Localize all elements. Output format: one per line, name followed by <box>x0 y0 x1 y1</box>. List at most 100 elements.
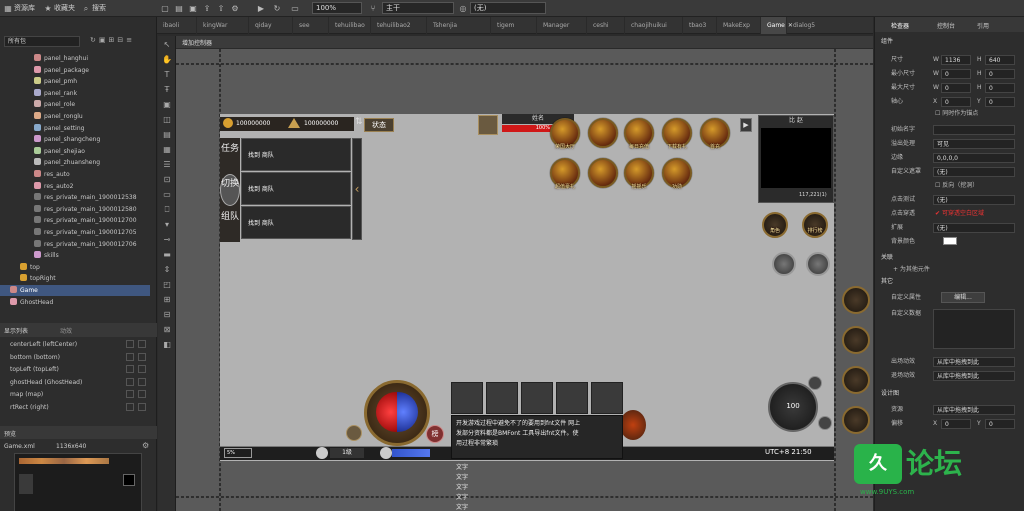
richtext-icon[interactable]: Ŧ <box>161 84 173 96</box>
lock-toggle[interactable] <box>138 340 146 348</box>
bg-color-swatch[interactable] <box>943 237 957 245</box>
display-list-item[interactable]: topLeft (topLeft) <box>0 364 124 375</box>
offset-x-input[interactable]: 0 <box>941 419 971 429</box>
tab-game[interactable]: Game ✕ <box>761 17 793 34</box>
lock-toggle[interactable] <box>138 377 146 386</box>
tab-tehuilibao2[interactable]: tehuilibao2 <box>371 17 427 34</box>
screen-icon[interactable]: ▭ <box>290 2 300 15</box>
min-w-input[interactable]: 0 <box>941 69 971 79</box>
gift-button[interactable] <box>842 406 870 434</box>
resource-input[interactable]: 从库中拖拽到此 <box>933 405 1015 415</box>
tree-item[interactable]: res_private_main_1900012580 <box>0 204 150 215</box>
display-list-item[interactable]: rtRect (right) <box>0 402 124 413</box>
tab-dialog5[interactable]: dialog5 <box>787 17 874 34</box>
skill-slot-3[interactable] <box>521 382 553 414</box>
mini-skill-icon[interactable] <box>808 376 822 390</box>
lock-toggle[interactable] <box>138 402 146 411</box>
preview-settings-icon[interactable]: ⚙ <box>142 441 149 450</box>
exit-anim-input[interactable]: 从库中拖拽到此 <box>933 371 1015 381</box>
activity-icon-row2-3[interactable]: 摇摇乐 <box>624 158 654 190</box>
sword-icon[interactable] <box>772 252 796 276</box>
group-icon[interactable]: ⊡ <box>161 174 173 186</box>
skill-slot-4[interactable] <box>556 382 588 414</box>
tree-item[interactable]: topRight <box>0 273 150 284</box>
display-list-tab[interactable]: 显示列表 <box>4 326 28 335</box>
helmet-button[interactable] <box>842 286 870 314</box>
tree-item[interactable]: panel_rank <box>0 88 150 99</box>
button-icon[interactable]: ▭ <box>161 189 173 201</box>
tab-chaojihuikui[interactable]: chaojihuikui <box>625 17 683 34</box>
visibility-toggle[interactable] <box>126 352 134 361</box>
slider-icon[interactable]: ⊸ <box>161 234 173 246</box>
graph-icon[interactable]: ◫ <box>161 114 173 126</box>
lock-toggle[interactable] <box>138 352 146 361</box>
visibility-toggle[interactable] <box>126 402 134 411</box>
tab-tshenjia[interactable]: Tshenjia <box>427 17 491 34</box>
skill-slot-2[interactable] <box>486 382 518 414</box>
branch-select[interactable]: 主干 <box>382 2 454 14</box>
init-name-input[interactable] <box>933 125 1015 135</box>
language-select[interactable]: (无) <box>470 2 546 14</box>
add-relation-button[interactable]: + 为其他元件 <box>893 265 930 275</box>
tree-item[interactable]: res_private_main_1900012705 <box>0 227 150 238</box>
tree-item[interactable]: res_private_main_1900012538 <box>0 192 150 203</box>
tab-see[interactable]: see <box>293 17 329 34</box>
tree-item[interactable]: res_auto2 <box>0 181 150 192</box>
reverse-checkbox[interactable]: ☐ 反向（挖洞） <box>935 181 978 191</box>
new-icon[interactable]: ▢ <box>160 2 170 15</box>
edit-button[interactable]: 编辑... <box>941 292 985 303</box>
scroll-icon[interactable]: ⇕ <box>161 264 173 276</box>
task-row[interactable]: 找到 商队 <box>241 206 351 239</box>
skill-button[interactable] <box>842 326 870 354</box>
tree-item[interactable]: panel_setting <box>0 123 150 134</box>
extension-select[interactable]: (无) <box>933 223 1015 233</box>
image-icon[interactable]: ▣ <box>161 99 173 111</box>
minimap[interactable]: 比 赵 117,221(1) <box>758 115 834 203</box>
task-row[interactable]: 找到 商队 <box>241 172 351 205</box>
design-section[interactable]: 设计图 <box>881 389 899 399</box>
min-h-input[interactable]: 0 <box>985 69 1015 79</box>
task-row[interactable]: 找到 商队 <box>241 138 351 171</box>
tab-kingwar[interactable]: kingWar <box>197 17 249 34</box>
export-icon[interactable]: ⇪ <box>202 2 212 15</box>
click-through-checkbox[interactable]: ✔ 可穿透空白区域 <box>935 209 984 219</box>
bag-button[interactable] <box>842 366 870 394</box>
progress-icon[interactable]: ▬ <box>161 249 173 261</box>
pivot-y-input[interactable]: 0 <box>985 97 1015 107</box>
tree-item[interactable]: panel_shejiao <box>0 146 150 157</box>
visibility-toggle[interactable] <box>126 377 134 386</box>
tree-item[interactable]: skills <box>0 250 150 261</box>
tab-tehuilibao[interactable]: tehuilibao <box>329 17 371 34</box>
visibility-toggle[interactable] <box>126 365 134 373</box>
tree-item[interactable]: top <box>0 262 150 273</box>
star-icon[interactable]: ★ <box>44 2 52 15</box>
diamond-icon[interactable] <box>806 252 830 276</box>
package-filter[interactable]: 所有包 <box>4 36 80 47</box>
overflow-select[interactable]: 可见 <box>933 139 1015 149</box>
lock-toggle[interactable] <box>138 365 146 373</box>
inspector-tab[interactable]: 检查器 <box>891 21 909 30</box>
activity-icon-row1-5[interactable]: 首充 <box>700 118 730 150</box>
ranking-button[interactable]: 榜 <box>426 425 444 443</box>
toggle-icon[interactable]: ⇅ <box>355 117 363 127</box>
tree-item[interactable]: GhostHead <box>0 297 150 308</box>
activity-icon-row1-4[interactable]: 下载有礼 <box>662 118 692 150</box>
tab-manager[interactable]: Manager <box>537 17 587 34</box>
tab-ceshi[interactable]: ceshi <box>587 17 625 34</box>
attack-joystick[interactable]: 100 <box>768 382 818 432</box>
activity-icon-row1-1[interactable]: 荣国大厅 <box>550 118 580 150</box>
effects-tab[interactable]: 动效 <box>60 326 72 335</box>
skill-slot-1[interactable] <box>451 382 483 414</box>
size-w-input[interactable]: 1136 <box>941 55 971 65</box>
tree-item[interactable]: panel_pmh <box>0 76 150 87</box>
max-w-input[interactable]: 0 <box>941 83 971 93</box>
tab-ibaoli[interactable]: ibaoli <box>157 17 197 34</box>
tab-tbao3[interactable]: tbao3 <box>683 17 717 34</box>
relation-section[interactable]: 关联 <box>881 253 893 263</box>
text-icon[interactable]: T <box>161 69 173 81</box>
branch-icon[interactable]: ⑂ <box>368 2 378 15</box>
tree-item[interactable]: panel_package <box>0 65 150 76</box>
search-tab[interactable]: 搜索 <box>92 3 106 13</box>
tree-item[interactable]: panel_zhuansheng <box>0 157 150 168</box>
mini-skill-icon-2[interactable] <box>818 416 832 430</box>
